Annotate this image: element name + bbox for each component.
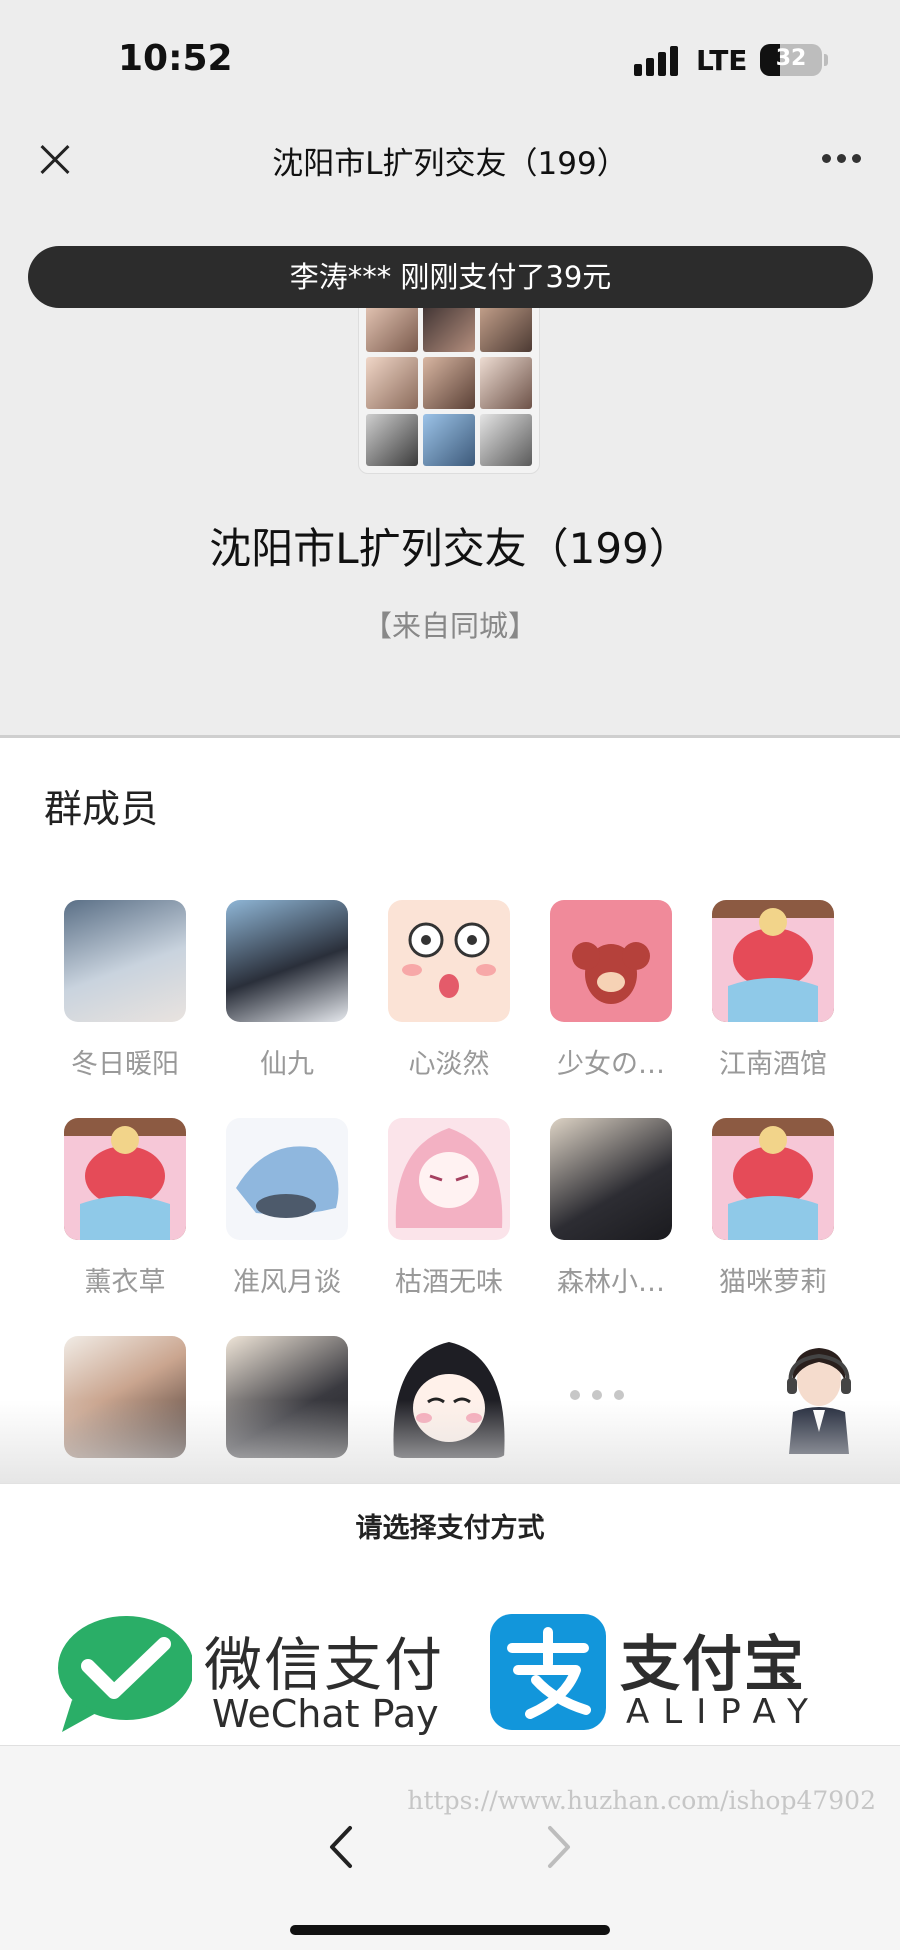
- status-time: 10:52: [118, 38, 233, 79]
- member-name: 准风月谈: [233, 1267, 341, 1298]
- battery-icon: 32: [760, 44, 822, 76]
- status-bar: 10:52 LTE 32: [0, 0, 900, 110]
- member-item[interactable]: 准风月谈: [212, 1118, 362, 1299]
- close-icon[interactable]: [34, 138, 78, 182]
- member-name: 森林小…: [557, 1267, 665, 1298]
- member-name: 薰衣草: [84, 1267, 166, 1298]
- member-avatar: [712, 1118, 834, 1240]
- member-name: 江南酒馆: [719, 1049, 827, 1080]
- member-name: 少女の…: [557, 1049, 665, 1080]
- crying-baby-icon: [712, 908, 834, 1022]
- wechat-pay-label-en: WeChat Pay: [212, 1692, 439, 1736]
- member-name: 猫咪萝莉: [719, 1267, 827, 1298]
- signal-icon: [634, 46, 680, 76]
- browser-bottom-bar: https://www.huzhan.com/ishop47902: [0, 1745, 900, 1950]
- member-item[interactable]: 仙九: [212, 900, 362, 1081]
- member-avatar: [64, 900, 186, 1022]
- anime-girl-icon: [395, 1128, 503, 1228]
- member-name: 冬日暖阳: [71, 1049, 179, 1080]
- network-type: LTE: [696, 44, 748, 77]
- member-item[interactable]: 江南酒馆: [698, 900, 848, 1081]
- back-chevron-icon[interactable]: [322, 1822, 362, 1872]
- face-cartoon-icon: [402, 922, 496, 998]
- group-title: 沈阳市L扩列交友（199）: [209, 524, 691, 573]
- member-item[interactable]: 冬日暖阳: [50, 900, 200, 1081]
- members-panel: 群成员 冬日暖阳 仙九 心淡然 少女の… 江南酒馆 薰衣草 准风月谈 枯酒无味 …: [0, 738, 900, 1498]
- nav-bar: 沈阳市L扩列交友（199）: [0, 110, 900, 205]
- member-item[interactable]: 猫咪萝莉: [698, 1118, 848, 1299]
- member-name: 心淡然: [408, 1049, 490, 1080]
- alipay-button[interactable]: 支付宝 ALIPAY: [490, 1614, 870, 1744]
- scroll-fade: [0, 1400, 900, 1490]
- member-avatar: [550, 900, 672, 1022]
- payment-sheet: 请选择支付方式 微信支付 WeChat Pay 支付宝 ALIPAY: [0, 1483, 900, 1745]
- battery-tip: [824, 54, 828, 66]
- more-icon[interactable]: [822, 154, 862, 166]
- member-item[interactable]: 森林小…: [536, 1118, 686, 1299]
- member-avatar: [64, 1118, 186, 1240]
- nav-title: 沈阳市L扩列交友（199）: [272, 146, 628, 182]
- crying-baby-icon: [64, 1126, 186, 1240]
- home-indicator[interactable]: [290, 1925, 610, 1935]
- forward-chevron-icon[interactable]: [538, 1822, 578, 1872]
- members-title: 群成员: [44, 787, 159, 831]
- alipay-icon: [490, 1614, 606, 1730]
- payment-title: 请选择支付方式: [355, 1513, 545, 1544]
- member-avatar: [226, 1118, 348, 1240]
- watermark: https://www.huzhan.com/ishop47902: [407, 1786, 876, 1815]
- anime-character-icon: [236, 1146, 339, 1218]
- payment-toast: 李涛*** 刚刚支付了39元: [28, 246, 873, 308]
- member-avatar: [388, 1118, 510, 1240]
- member-name: 枯酒无味: [395, 1267, 503, 1298]
- wechat-pay-icon: [58, 1616, 192, 1732]
- wechat-pay-button[interactable]: 微信支付 WeChat Pay: [52, 1614, 452, 1744]
- member-avatar: [550, 1118, 672, 1240]
- battery-level: 32: [775, 46, 807, 71]
- member-avatar: [388, 900, 510, 1022]
- group-avatar: [358, 292, 540, 474]
- crying-baby-icon: [712, 1126, 834, 1240]
- alipay-label-en: ALIPAY: [626, 1692, 822, 1732]
- group-subtitle: 【来自同城】: [362, 609, 537, 643]
- member-avatar: [226, 900, 348, 1022]
- wechat-pay-label: 微信支付: [204, 1631, 445, 1699]
- alipay-label: 支付宝: [620, 1630, 806, 1700]
- cartoon-mouse-icon: [572, 942, 650, 1004]
- member-item[interactable]: 薰衣草: [50, 1118, 200, 1299]
- member-item[interactable]: 少女の…: [536, 900, 686, 1081]
- member-name: 仙九: [260, 1049, 314, 1080]
- member-item[interactable]: 枯酒无味: [374, 1118, 524, 1299]
- member-item[interactable]: 心淡然: [374, 900, 524, 1081]
- member-avatar: [712, 900, 834, 1022]
